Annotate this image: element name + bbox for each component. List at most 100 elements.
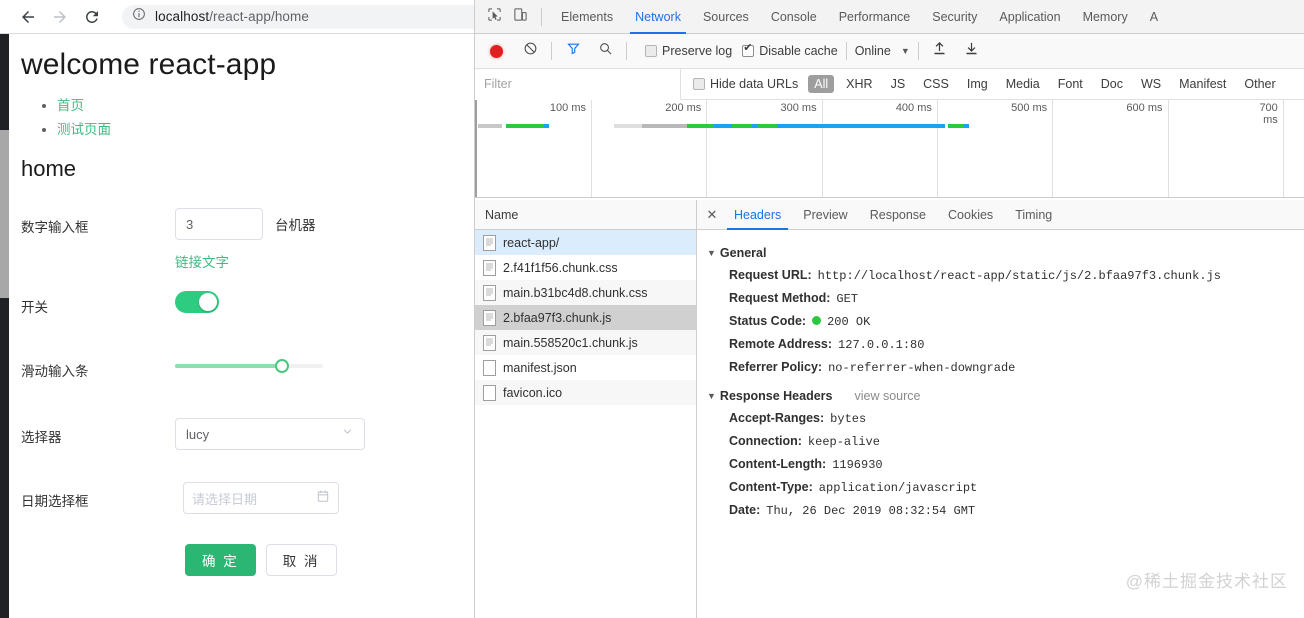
device-toolbar-button[interactable] [507,4,533,30]
hide-data-urls-checkbox[interactable] [693,78,705,90]
info-circle-icon[interactable] [132,7,146,26]
link-text[interactable]: 链接文字 [175,255,229,270]
divider [626,42,627,60]
cancel-button[interactable]: 取 消 [265,544,337,576]
divider [551,42,552,60]
filter-type-manifest[interactable]: Manifest [1173,75,1232,93]
blank-file-icon [483,384,503,401]
filter-type-img[interactable]: Img [961,75,994,93]
tab-elements[interactable]: Elements [550,0,624,34]
hide-data-urls-toggle[interactable]: Hide data URLs [693,77,798,91]
filter-type-font[interactable]: Font [1052,75,1089,93]
export-har-icon [964,41,979,61]
chevron-down-icon[interactable]: ▼ [901,46,910,56]
response-header-row: Content-Type: application/javascript [729,480,1304,495]
page-scrollbar[interactable] [0,34,9,618]
toggle-switch-knob [199,293,217,311]
general-section-header[interactable]: ▼ General [707,246,1304,260]
tab-network[interactable]: Network [624,0,692,34]
close-icon[interactable]: ✕ [701,207,723,223]
forward-button[interactable] [46,3,74,31]
filter-type-css[interactable]: CSS [917,75,955,93]
select-dropdown[interactable]: lucy [175,418,365,450]
overview-waterfall-segment [757,124,777,128]
request-row-name: 2.f41f1f56.chunk.css [503,260,618,275]
overview-left-edge [475,100,477,197]
general-header-row-key: Remote Address: [729,337,833,351]
filter-input[interactable] [475,68,681,100]
nav-link-test-page[interactable]: 测试页面 [57,122,111,137]
export-har-button[interactable] [959,38,985,64]
nav-link-home[interactable]: 首页 [57,98,84,113]
filter-type-xhr[interactable]: XHR [840,75,878,93]
request-row[interactable]: main.b31bc4d8.chunk.css [475,280,696,305]
tab-application[interactable]: Application [988,0,1071,34]
filter-type-doc[interactable]: Doc [1095,75,1129,93]
request-row[interactable]: favicon.ico [475,380,696,405]
import-har-button[interactable] [927,38,953,64]
request-row[interactable]: manifest.json [475,355,696,380]
tab-performance[interactable]: Performance [828,0,922,34]
clear-button[interactable] [517,38,543,64]
detail-tab-timing[interactable]: Timing [1004,200,1063,230]
overview-gridline [1052,100,1054,197]
filter-toggle-button[interactable] [560,38,586,64]
number-input[interactable] [175,208,263,240]
record-button[interactable] [483,38,509,64]
filter-type-all[interactable]: All [808,75,835,93]
overview-waterfall-segment [777,124,945,128]
overview-waterfall-segment [687,124,714,128]
request-row[interactable]: react-app/ [475,230,696,255]
tab-memory[interactable]: Memory [1072,0,1139,34]
disable-cache-toggle[interactable]: Disable cache [742,42,838,58]
slider[interactable] [175,356,323,376]
request-row-name: react-app/ [503,235,560,250]
triangle-down-icon: ▼ [707,248,716,258]
date-picker[interactable]: 请选择日期 [183,482,339,514]
inspect-element-button[interactable] [481,4,507,30]
back-button[interactable] [14,3,42,31]
detail-tab-preview[interactable]: Preview [792,200,858,230]
request-row[interactable]: 2.f41f1f56.chunk.css [475,255,696,280]
filter-type-media[interactable]: Media [1000,75,1046,93]
triangle-down-icon: ▼ [707,391,716,401]
view-source-link[interactable]: view source [854,389,920,403]
preserve-log-checkbox[interactable] [645,45,657,57]
record-button-icon [489,44,503,58]
confirm-button[interactable]: 确 定 [185,544,256,576]
toggle-switch[interactable] [175,291,219,313]
overview-tick-label: 100 ms [549,102,586,114]
tab-security[interactable]: Security [921,0,988,34]
request-row[interactable]: 2.bfaa97f3.chunk.js [475,305,696,330]
reload-button[interactable] [78,3,106,31]
detail-tab-cookies[interactable]: Cookies [937,200,1004,230]
response-header-row-value: bytes [830,412,867,426]
request-list-header[interactable]: Name [475,200,696,230]
throttle-select[interactable]: Online [855,44,891,58]
network-overview-timeline[interactable]: 100 ms 200 ms 300 ms 400 ms 500 ms 600 ms 700 … [475,100,1304,198]
tab-sources[interactable]: Sources [692,0,760,34]
request-row[interactable]: main.558520c1.chunk.js [475,330,696,355]
slider-handle[interactable] [274,359,289,373]
disable-cache-checkbox[interactable] [742,42,755,57]
filter-type-ws[interactable]: WS [1135,75,1167,93]
response-header-row-key: Content-Type: [729,480,813,494]
page-viewport: welcome react-app 首页 测试页面 home 数字输入框 台机器… [0,34,474,618]
section-heading: home [21,156,77,181]
detail-tab-response[interactable]: Response [859,200,937,230]
date-picker-placeholder: 请选择日期 [192,491,258,507]
tab-a[interactable]: A [1139,0,1169,34]
preserve-log-toggle[interactable]: Preserve log [645,44,732,58]
response-headers-section-header[interactable]: ▼ Response Headers view source [707,389,1304,403]
filter-type-js[interactable]: JS [885,75,912,93]
request-detail-pane: ✕ Headers Preview Response Cookies Timing ▼ … [697,200,1304,618]
tab-console[interactable]: Console [760,0,828,34]
list-item: 测试页面 [57,118,462,138]
overview-gridline [936,100,938,197]
page-content: welcome react-app 首页 测试页面 home 数字输入框 台机器… [9,34,474,618]
detail-tab-headers[interactable]: Headers [723,200,792,230]
response-header-row-value: 1196930 [832,458,883,472]
filter-type-other[interactable]: Other [1238,75,1281,93]
page-scrollbar-thumb[interactable] [0,130,9,298]
search-button[interactable] [592,38,618,64]
